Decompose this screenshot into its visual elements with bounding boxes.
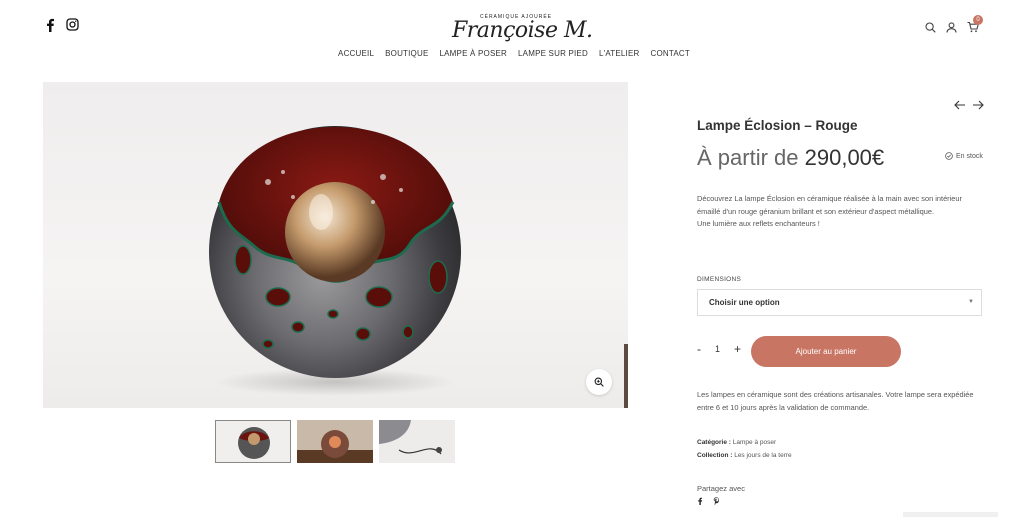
share-label: Partagez avec	[697, 484, 745, 493]
product-main-image[interactable]	[43, 82, 628, 408]
thumbnail-2[interactable]	[297, 420, 373, 463]
product-price: À partir de 290,00€	[697, 145, 884, 171]
instagram-icon[interactable]	[66, 18, 79, 31]
product-navigation	[954, 100, 984, 110]
zoom-button[interactable]	[586, 369, 612, 395]
main-navigation: ACCUEIL BOUTIQUE LAMPE À POSER LAMPE SUR…	[0, 49, 1024, 58]
nav-item-lampe-a-poser[interactable]: LAMPE À POSER	[440, 49, 508, 58]
option-label: DIMENSIONS	[697, 276, 742, 283]
quantity-stepper: - 1 +	[697, 343, 741, 355]
pinterest-share-icon[interactable]	[713, 497, 720, 505]
check-circle-icon	[945, 152, 953, 160]
collection-row: Collection : Les jours de la terre	[697, 450, 792, 463]
arrow-right-icon[interactable]	[972, 100, 984, 110]
facebook-icon[interactable]	[44, 18, 56, 32]
nav-item-boutique[interactable]: BOUTIQUE	[385, 49, 428, 58]
product-description: Découvrez La lampe Éclosion en céramique…	[697, 193, 982, 231]
site-header: CÉRAMIQUE AJOURÉE Françoise M. 0 ACCUEIL…	[0, 0, 1024, 75]
description-paragraph: Découvrez La lampe Éclosion en céramique…	[697, 194, 962, 216]
select-value: Choisir une option	[709, 298, 780, 307]
category-link[interactable]: Lampe à poser	[733, 439, 776, 446]
product-meta: Catégorie : Lampe à poser Collection : L…	[697, 437, 792, 462]
stock-status: En stock	[945, 152, 983, 160]
add-to-cart-button[interactable]: Ajouter au panier	[751, 336, 901, 367]
facebook-share-icon[interactable]	[697, 497, 703, 505]
nav-item-accueil[interactable]: ACCUEIL	[338, 49, 374, 58]
cart-button[interactable]: 0	[967, 15, 983, 34]
thumbnail-image	[379, 420, 455, 463]
image-edge	[624, 344, 628, 408]
quantity-decrease-button[interactable]: -	[697, 343, 701, 355]
thumbnail-image	[297, 420, 373, 463]
thumbnail-1[interactable]	[215, 420, 291, 463]
description-tagline: Une lumière aux reflets enchanteurs !	[697, 219, 820, 228]
search-icon[interactable]	[925, 21, 936, 33]
collection-label: Collection :	[697, 451, 733, 459]
logo-script: Françoise M.	[452, 18, 593, 43]
category-label: Catégorie :	[697, 439, 731, 446]
quantity-increase-button[interactable]: +	[734, 343, 741, 355]
thumbnail-strip	[215, 420, 455, 463]
user-icon[interactable]	[946, 21, 957, 33]
collection-link[interactable]: Les jours de la terre	[734, 452, 791, 459]
chevron-down-icon: ▼	[968, 299, 974, 305]
header-actions: 0	[925, 15, 983, 34]
dimensions-select[interactable]: Choisir une option ▼	[697, 289, 982, 316]
shipping-note: Les lampes en céramique sont des créatio…	[697, 390, 974, 412]
stock-label: En stock	[956, 152, 983, 160]
scroll-stub	[903, 512, 998, 517]
thumbnail-3[interactable]	[379, 420, 455, 463]
nav-item-atelier[interactable]: L'ATELIER	[599, 49, 640, 58]
quantity-value[interactable]: 1	[715, 344, 720, 354]
price-amount: 290,00€	[804, 145, 885, 170]
price-prefix: À partir de	[697, 145, 799, 170]
arrow-left-icon[interactable]	[954, 100, 966, 110]
lamp-image	[209, 126, 461, 396]
category-row: Catégorie : Lampe à poser	[697, 437, 792, 450]
zoom-icon	[594, 377, 604, 387]
nav-item-lampe-sur-pied[interactable]: LAMPE SUR PIED	[518, 49, 588, 58]
nav-item-contact[interactable]: CONTACT	[650, 49, 689, 58]
thumbnail-image	[216, 421, 290, 462]
share-links	[697, 497, 720, 505]
product-title: Lampe Éclosion – Rouge	[697, 118, 858, 133]
cart-count-badge: 0	[973, 15, 983, 25]
social-links	[44, 18, 79, 32]
